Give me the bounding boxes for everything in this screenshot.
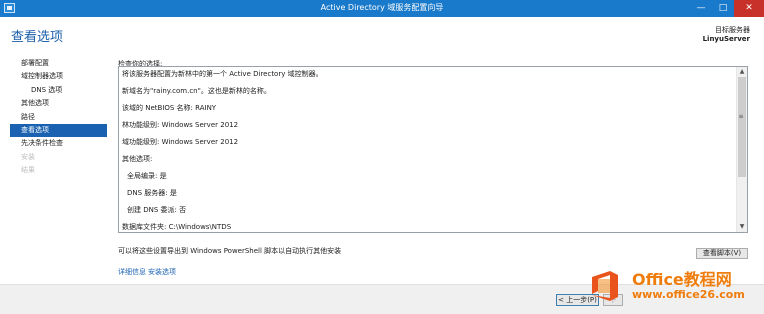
nav-item-prerequisites-check[interactable]: 先决条件检查 <box>10 137 107 150</box>
nav-item-installation: 安装 <box>21 152 35 161</box>
wizard-navigation: 部署配置 域控制器选项 DNS 选项 其他选项 路径 查看选项 先决条件检查 安… <box>10 57 107 178</box>
more-info-link-text[interactable]: 详细信息 <box>118 268 146 276</box>
review-textbox[interactable]: 将该服务器配置为新林中的第一个 Active Directory 域控制器。 新… <box>118 66 748 233</box>
review-line: DNS 服务器: 是 <box>127 189 177 197</box>
review-line: 新域名为"rainy.com.cn"。这也是新林的名称。 <box>122 87 271 95</box>
close-button[interactable]: ✕ <box>734 0 764 17</box>
review-line: 将该服务器配置为新林中的第一个 Active Directory 域控制器。 <box>122 70 323 78</box>
review-line: 域功能级别: Windows Server 2012 <box>122 138 239 146</box>
review-line: 数据库文件夹: C:\Windows\NTDS <box>122 223 232 231</box>
review-line: 全局编录: 是 <box>127 172 167 180</box>
vertical-scrollbar[interactable]: ▲ ≡ ▼ <box>736 67 747 232</box>
watermark: Office教程网 www.office26.com <box>580 263 764 314</box>
nav-item-results: 结果 <box>21 166 35 175</box>
nav-item-dns-options[interactable]: DNS 选项 <box>10 84 107 97</box>
review-line: 其他选项: <box>122 155 153 163</box>
target-server-name: LinyuServer <box>702 35 750 43</box>
scroll-grip-icon: ≡ <box>738 113 744 120</box>
page-title: 查看选项 <box>11 30 64 45</box>
scroll-up-icon[interactable]: ▲ <box>737 67 747 77</box>
scrollbar-thumb[interactable] <box>738 77 746 177</box>
review-line: 创建 DNS 委派: 否 <box>127 206 187 214</box>
review-line: 该域的 NetBIOS 名称: RAINY <box>122 104 217 112</box>
install-options-link-text[interactable]: 安装选项 <box>148 268 176 276</box>
nav-item-deployment-config[interactable]: 部署配置 <box>10 57 107 70</box>
more-info-link[interactable]: 详细信息 安装选项 <box>118 267 178 277</box>
review-line: 林功能级别: Windows Server 2012 <box>122 121 239 129</box>
window-title: Active Directory 域服务配置向导 <box>320 3 444 12</box>
view-script-button[interactable]: 查看脚本(V) <box>696 248 748 259</box>
nav-item-paths[interactable]: 路径 <box>10 111 107 124</box>
nav-item-additional-options[interactable]: 其他选项 <box>10 97 107 110</box>
target-server-label: 目标服务器 <box>715 26 750 34</box>
maximize-button[interactable]: □ <box>712 0 734 17</box>
title-bar: Active Directory 域服务配置向导 — □ ✕ <box>0 0 764 17</box>
page-header: 查看选项 目标服务器 LinyuServer <box>0 17 764 57</box>
minimize-button[interactable]: — <box>690 0 712 17</box>
scroll-down-icon[interactable]: ▼ <box>737 222 747 232</box>
export-note: 可以将这些设置导出到 Windows PowerShell 脚本以自动执行其他安… <box>118 247 342 255</box>
office-logo-icon <box>592 271 618 301</box>
nav-item-dc-options[interactable]: 域控制器选项 <box>10 70 107 83</box>
watermark-site-name: Office教程网 <box>632 270 732 289</box>
watermark-site-url: www.office26.com <box>632 288 745 301</box>
nav-item-review-options[interactable]: 查看选项 <box>10 123 107 138</box>
